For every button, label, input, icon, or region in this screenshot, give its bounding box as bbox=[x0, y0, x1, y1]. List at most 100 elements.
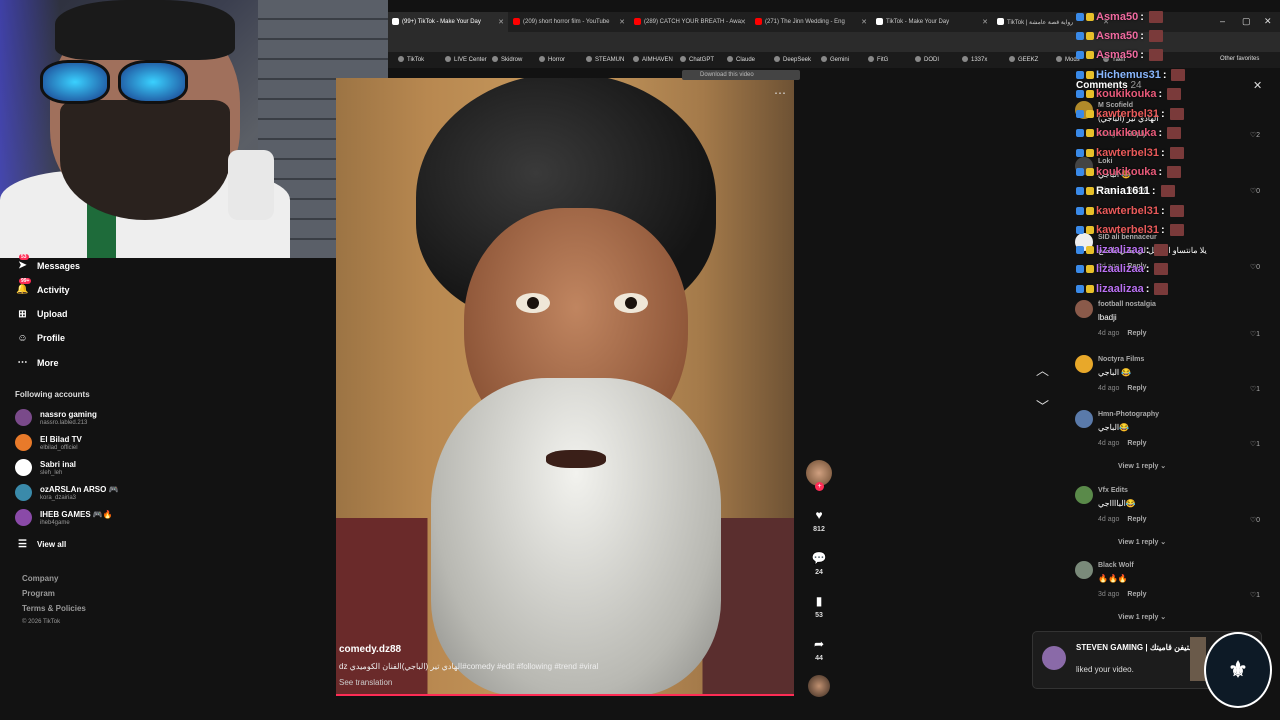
bookmark-item[interactable]: 1337x bbox=[962, 56, 987, 63]
following-account[interactable]: Sabri inal sleh_leh bbox=[15, 459, 76, 476]
avatar[interactable] bbox=[1075, 486, 1093, 504]
sidebar-item-messages[interactable]: ➤ 53 Messages bbox=[16, 254, 80, 272]
comment-text: الباجي😂 bbox=[1098, 423, 1130, 432]
tab-close-icon[interactable]: ✕ bbox=[861, 18, 867, 26]
bookmark-item[interactable]: STEAMUN bbox=[586, 56, 624, 63]
comment-like[interactable]: ♡1 bbox=[1250, 385, 1260, 393]
chat-badge-icon bbox=[1086, 265, 1094, 273]
video-player[interactable] bbox=[336, 78, 794, 696]
sidebar-item-upload[interactable]: ⊞ Upload bbox=[16, 308, 67, 321]
bookmark-item[interactable]: GEEKZ bbox=[1009, 56, 1038, 63]
view-all-link[interactable]: ☰ View all bbox=[16, 538, 66, 551]
browser-tab[interactable]: (271) The Jinn Wedding - Eng ✕ bbox=[751, 12, 871, 32]
music-disc-icon[interactable] bbox=[808, 675, 830, 697]
like-action[interactable]: ♥ 812 bbox=[806, 505, 832, 533]
comment-like[interactable]: ♡1 bbox=[1250, 330, 1260, 338]
comment-like[interactable]: ♡0 bbox=[1250, 187, 1260, 195]
chat-message: lizaalizaa : bbox=[1076, 244, 1169, 256]
bookmark-item[interactable]: DeepSeek bbox=[774, 56, 811, 63]
reply-button[interactable]: Reply bbox=[1127, 516, 1146, 523]
bookmark-item[interactable]: Claude bbox=[727, 56, 755, 63]
video-progress-bar[interactable] bbox=[336, 694, 794, 696]
sidebar-item-more[interactable]: ⋯ More bbox=[16, 356, 59, 369]
footer-link[interactable]: Company bbox=[22, 574, 58, 583]
comment-like[interactable]: ♡0 bbox=[1250, 263, 1260, 271]
view-replies-button[interactable]: View 1 reply ⌄ bbox=[1118, 613, 1166, 621]
following-account[interactable]: ozARSLAn ARSO 🎮 kora_dzairia3 bbox=[15, 484, 119, 501]
tab-close-icon[interactable]: ✕ bbox=[982, 18, 988, 26]
download-video-bar[interactable]: Download this video bbox=[682, 70, 800, 80]
avatar[interactable] bbox=[1075, 300, 1093, 318]
comment-like[interactable]: ♡0 bbox=[1250, 516, 1260, 524]
chat-username: koukikouka bbox=[1096, 127, 1157, 139]
more-options-icon[interactable]: ⋯ bbox=[774, 86, 786, 100]
bookmark-item[interactable]: ChatGPT bbox=[680, 56, 714, 63]
browser-tab[interactable]: (289) CATCH YOUR BREATH - Awa ✕ bbox=[630, 12, 750, 32]
browser-tab[interactable]: (99+) TikTok - Make Your Day ✕ bbox=[388, 12, 508, 32]
other-favorites[interactable]: Other favorites bbox=[1220, 56, 1259, 62]
tab-favicon bbox=[997, 18, 1004, 25]
following-account[interactable]: IHEB GAMES 🎮🔥 iheb4game bbox=[15, 509, 113, 526]
bookmark-icon bbox=[633, 56, 639, 62]
reply-button[interactable]: Reply bbox=[1127, 440, 1146, 447]
bookmark-item[interactable]: AIMHAVEN bbox=[633, 56, 673, 63]
browser-tab[interactable]: (209) short horror film - YouTube ✕ bbox=[509, 12, 629, 32]
reply-button[interactable]: Reply bbox=[1127, 330, 1146, 337]
share-action[interactable]: ➦ 44 bbox=[806, 634, 832, 662]
comment-username[interactable]: Hmn-Photography bbox=[1098, 411, 1159, 418]
follow-plus-icon[interactable]: + bbox=[815, 482, 824, 491]
comment-like-count: 0 bbox=[1256, 264, 1260, 271]
bookmark-item[interactable]: LIVE Center bbox=[445, 56, 487, 63]
heart-icon[interactable]: ♥ bbox=[809, 505, 829, 525]
share-icon[interactable]: ➦ bbox=[809, 634, 829, 654]
bookmark-icon bbox=[398, 56, 404, 62]
comment-username[interactable]: Loki bbox=[1098, 158, 1112, 165]
close-icon[interactable]: ✕ bbox=[1253, 79, 1262, 92]
chat-message: kawterbel31 : bbox=[1076, 224, 1184, 236]
bookmark-icon bbox=[1009, 56, 1015, 62]
tab-close-icon[interactable]: ✕ bbox=[740, 18, 746, 26]
sidebar-item-activity[interactable]: 🔔 99+ Activity bbox=[16, 278, 70, 296]
sidebar-item-profile[interactable]: ☺ Profile bbox=[16, 332, 65, 345]
tab-close-icon[interactable]: ✕ bbox=[498, 18, 504, 26]
view-replies-button[interactable]: View 1 reply ⌄ bbox=[1118, 538, 1166, 546]
avatar[interactable] bbox=[1075, 561, 1093, 579]
comment-like[interactable]: ♡2 bbox=[1250, 131, 1260, 139]
see-translation-link[interactable]: See translation bbox=[339, 678, 392, 687]
bookmark-item[interactable]: TikTok bbox=[398, 56, 424, 63]
save-action[interactable]: ▮ 53 bbox=[806, 591, 832, 619]
video-author[interactable]: comedy.dz88 bbox=[339, 644, 401, 655]
footer-link[interactable]: Program bbox=[22, 589, 55, 598]
avatar[interactable] bbox=[1075, 410, 1093, 428]
reply-button[interactable]: Reply bbox=[1127, 591, 1146, 598]
streamer-hair bbox=[55, 0, 235, 60]
close-window-icon[interactable]: ✕ bbox=[1264, 16, 1272, 27]
reply-button[interactable]: Reply bbox=[1127, 385, 1146, 392]
comment-username[interactable]: Noctyra Films bbox=[1098, 356, 1144, 363]
chevron-up-icon[interactable]: ︿ bbox=[1036, 360, 1049, 379]
comment-username[interactable]: Black Wolf bbox=[1098, 562, 1134, 569]
footer-link[interactable]: Terms & Policies bbox=[22, 604, 86, 613]
comment-icon[interactable]: 💬 bbox=[809, 548, 829, 568]
maximize-icon[interactable]: ▢ bbox=[1242, 16, 1251, 27]
comment-action[interactable]: 💬 24 bbox=[806, 548, 832, 576]
minimize-icon[interactable]: – bbox=[1220, 16, 1225, 26]
bookmark-item[interactable]: FitG bbox=[868, 56, 888, 63]
bookmark-item[interactable]: Horror bbox=[539, 56, 565, 63]
comment-like[interactable]: ♡1 bbox=[1250, 440, 1260, 448]
browser-tab[interactable]: TikTok - Make Your Day ✕ bbox=[872, 12, 992, 32]
bookmark-icon[interactable]: ▮ bbox=[809, 591, 829, 611]
bookmark-item[interactable]: Gemini bbox=[821, 56, 849, 63]
comment-username[interactable]: football nostalgia bbox=[1098, 301, 1156, 308]
avatar[interactable] bbox=[1075, 355, 1093, 373]
following-account[interactable]: El Bilad TV elbilad_officiel bbox=[15, 434, 82, 451]
following-account[interactable]: nassro gaming nassro.labled.213 bbox=[15, 409, 97, 426]
comment-like[interactable]: ♡1 bbox=[1250, 591, 1260, 599]
bookmark-item[interactable]: DODI bbox=[915, 56, 939, 63]
bookmark-item[interactable]: Skidrow bbox=[492, 56, 522, 63]
tab-close-icon[interactable]: ✕ bbox=[619, 18, 625, 26]
account-name: IHEB GAMES 🎮🔥 bbox=[40, 509, 113, 519]
comment-username[interactable]: Vfx Edits bbox=[1098, 487, 1128, 494]
view-replies-button[interactable]: View 1 reply ⌄ bbox=[1118, 462, 1166, 470]
chevron-down-icon[interactable]: ﹀ bbox=[1036, 396, 1049, 415]
